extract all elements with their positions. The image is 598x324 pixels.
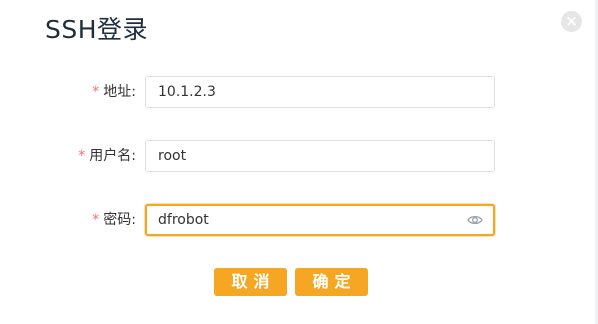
- cancel-button[interactable]: 取消: [214, 268, 287, 296]
- username-row: * 用户名:: [0, 140, 598, 172]
- ssh-login-dialog: SSH登录 × *地址: *用户名: *密码: 取消 确定: [0, 0, 598, 324]
- password-row: * 密码:: [0, 204, 598, 236]
- password-input[interactable]: [145, 204, 495, 236]
- address-label: * 地址:: [92, 76, 136, 108]
- password-label: * 密码:: [92, 204, 136, 236]
- address-label-text: 地址:: [103, 84, 136, 100]
- address-row: * 地址:: [0, 76, 598, 108]
- username-input[interactable]: [145, 140, 495, 172]
- address-input[interactable]: [145, 76, 495, 108]
- username-label: * 用户名:: [78, 140, 136, 172]
- eye-icon[interactable]: [467, 213, 483, 227]
- password-label-text: 密码:: [103, 212, 136, 228]
- dialog-title: SSH登录: [45, 15, 149, 44]
- close-icon[interactable]: ×: [561, 11, 582, 32]
- confirm-button[interactable]: 确定: [295, 268, 368, 296]
- required-mark: *: [78, 148, 86, 164]
- required-mark: *: [92, 212, 100, 228]
- required-mark: *: [92, 84, 100, 100]
- username-label-text: 用户名:: [89, 148, 136, 164]
